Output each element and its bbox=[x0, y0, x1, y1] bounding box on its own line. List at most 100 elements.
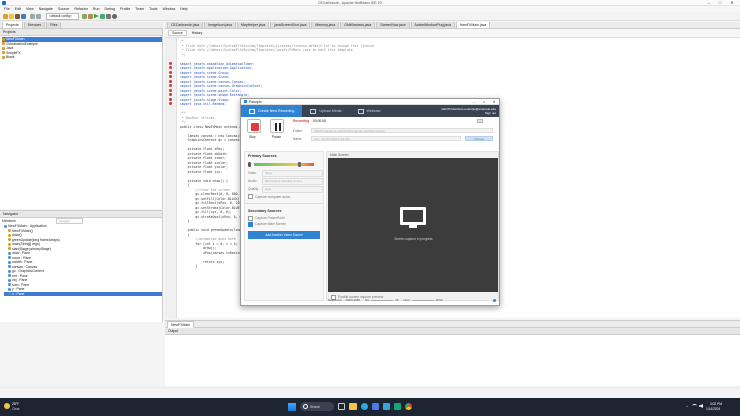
upload-button[interactable]: Upload bbox=[465, 136, 493, 141]
chrome-icon[interactable] bbox=[405, 403, 412, 410]
breakpoint-icon[interactable] bbox=[169, 66, 172, 69]
menu-run[interactable]: Run bbox=[93, 7, 100, 11]
editor-tab[interactable]: javaScreenShot.java bbox=[270, 22, 311, 28]
source-tab[interactable]: Source bbox=[168, 30, 187, 36]
recorder-close-icon[interactable]: ✕ bbox=[489, 100, 499, 104]
breakpoint-icon[interactable] bbox=[169, 70, 172, 74]
menu-edit[interactable]: Edit bbox=[15, 7, 21, 11]
audio-select[interactable]: Microphone (Realtek Audio) bbox=[261, 177, 323, 185]
navigator-item[interactable]: x : Pane bbox=[4, 291, 162, 296]
capture-audio-checkbox[interactable] bbox=[248, 194, 253, 199]
breakpoint-icon[interactable] bbox=[169, 84, 172, 87]
start-icon[interactable] bbox=[288, 403, 296, 411]
menu-view[interactable]: View bbox=[26, 7, 34, 11]
editor-tab[interactable]: NewFXMain.java bbox=[455, 22, 491, 28]
field-icon bbox=[8, 265, 11, 269]
new-file-icon[interactable] bbox=[9, 13, 14, 19]
undo-icon[interactable] bbox=[30, 13, 35, 19]
netbeans-icon[interactable] bbox=[383, 403, 390, 410]
build-icon[interactable] bbox=[81, 13, 87, 19]
task-view-icon[interactable] bbox=[338, 403, 345, 410]
settings-icon[interactable] bbox=[477, 119, 483, 123]
file-explorer-icon[interactable] bbox=[349, 403, 357, 410]
capture-main-screen-checkbox[interactable] bbox=[248, 221, 253, 227]
menu-source[interactable]: Source bbox=[58, 7, 69, 11]
menu-refactor[interactable]: Refactor bbox=[74, 7, 88, 11]
project-item[interactable]: Blank bbox=[2, 55, 162, 60]
navigator-label: x : Pane bbox=[12, 291, 25, 296]
breakpoint-icon[interactable] bbox=[169, 93, 172, 96]
kbps-slider[interactable] bbox=[411, 299, 434, 301]
help-icon[interactable] bbox=[493, 298, 496, 302]
volume-icon[interactable] bbox=[699, 404, 703, 408]
breakpoint-icon[interactable] bbox=[169, 61, 172, 65]
menu-profile[interactable]: Profile bbox=[120, 7, 130, 11]
breakpoint-icon[interactable] bbox=[169, 79, 172, 83]
breakpoint-icon[interactable] bbox=[169, 88, 172, 92]
video-select[interactable]: None bbox=[261, 169, 323, 177]
navigator-label: NewFXMain :: Application bbox=[8, 224, 47, 229]
redo-icon[interactable] bbox=[36, 13, 41, 19]
sign-out-link[interactable]: Sign out bbox=[441, 111, 496, 115]
menu-navigate[interactable]: Navigate bbox=[39, 7, 53, 11]
profile-icon[interactable] bbox=[105, 13, 111, 19]
add-video-source-button[interactable]: Add Another Video Source bbox=[248, 231, 320, 239]
menu-file[interactable]: File bbox=[4, 7, 10, 11]
save-all-icon[interactable] bbox=[21, 13, 26, 19]
folder-field[interactable]: CECProductions-example@example.edu/Recor… bbox=[311, 128, 493, 133]
breakpoint-icon[interactable] bbox=[169, 102, 172, 105]
run-icon[interactable] bbox=[93, 13, 99, 19]
taskbar-search[interactable]: Search bbox=[300, 402, 334, 411]
recorder-tab[interactable]: Webcast bbox=[350, 105, 389, 117]
editor-tab[interactable]: CECarbuncle.java bbox=[167, 22, 204, 28]
recorder-tab[interactable]: Upload Media bbox=[302, 105, 349, 117]
clock-date[interactable]: 1/14/2024 bbox=[706, 407, 720, 411]
recorder-minimize-icon[interactable]: – bbox=[469, 100, 479, 104]
output-tab[interactable]: NewFXMain bbox=[167, 321, 195, 328]
editor-tab[interactable]: ScreenNow.java bbox=[376, 22, 410, 28]
capture-powerpoint-checkbox[interactable] bbox=[248, 215, 253, 221]
name-field[interactable]: Sun, Oct 20 2024 3:14 PM bbox=[311, 136, 461, 141]
tab-projects[interactable]: Projects bbox=[2, 22, 23, 28]
pause-button[interactable] bbox=[270, 119, 284, 133]
editor-tab[interactable]: OldWindows.java bbox=[340, 22, 376, 28]
wifi-icon[interactable] bbox=[692, 404, 697, 408]
menu-tools[interactable]: Tools bbox=[149, 7, 157, 11]
project-icon bbox=[2, 51, 5, 55]
recorder-tab[interactable]: Create New Recording bbox=[241, 105, 303, 117]
menu-debug[interactable]: Debug bbox=[105, 7, 116, 11]
audio-level-slider[interactable] bbox=[298, 162, 301, 167]
panopto-icon[interactable] bbox=[394, 403, 401, 410]
menu-window[interactable]: Window bbox=[162, 7, 175, 11]
tab-services[interactable]: Services bbox=[23, 22, 46, 28]
store-icon[interactable] bbox=[372, 403, 379, 410]
open-project-icon[interactable] bbox=[15, 13, 20, 19]
recorder-maximize-icon[interactable]: □ bbox=[479, 100, 489, 104]
editor-tab[interactable]: MapHelper.java bbox=[236, 22, 270, 28]
editor-tab[interactable]: ActiveWindowPlug.java bbox=[410, 22, 455, 28]
resolution-value[interactable]: 1920x1080 bbox=[345, 298, 360, 302]
clock-time[interactable]: 3:02 PM bbox=[710, 402, 722, 406]
audio-label: Audio bbox=[248, 179, 257, 183]
editor-tab[interactable]: ImageIcon.java bbox=[204, 22, 236, 28]
edge-icon[interactable] bbox=[361, 403, 368, 410]
new-project-icon[interactable] bbox=[3, 13, 8, 19]
record-controls: Stop Pause Recording 00:00:08 Folder CEC… bbox=[241, 117, 499, 149]
weather-icon[interactable] bbox=[4, 403, 10, 409]
gc-icon[interactable] bbox=[111, 13, 117, 19]
menu-help[interactable]: Help bbox=[180, 7, 187, 11]
navigator-filter[interactable]: <empty> bbox=[55, 218, 84, 224]
fps-slider[interactable] bbox=[371, 299, 394, 301]
stop-button[interactable] bbox=[247, 119, 261, 133]
editor-tab[interactable]: Memory.java bbox=[311, 22, 340, 28]
tray-arrow-icon[interactable]: ^ bbox=[686, 404, 688, 409]
quality-select[interactable]: High bbox=[261, 185, 323, 193]
tab-files[interactable]: Files bbox=[46, 22, 62, 28]
clean-build-icon[interactable] bbox=[87, 13, 93, 19]
breakpoint-icon[interactable] bbox=[169, 75, 172, 78]
history-tab[interactable]: History bbox=[189, 31, 206, 35]
breakpoint-icon[interactable] bbox=[169, 97, 172, 101]
config-select[interactable]: <default config> bbox=[46, 12, 79, 20]
debug-icon[interactable] bbox=[99, 13, 105, 19]
menu-team[interactable]: Team bbox=[135, 7, 144, 11]
